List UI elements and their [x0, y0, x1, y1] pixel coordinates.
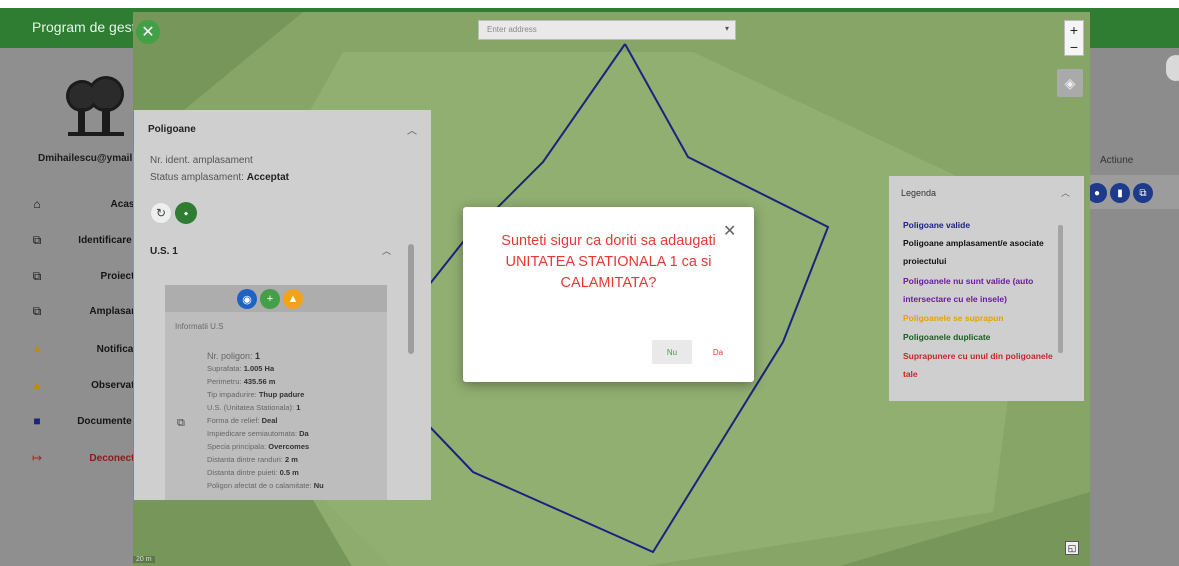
polygon-select-icon[interactable]: ⧉ — [177, 417, 185, 430]
legend-item: Poligoane amplasament/e asociate proiect… — [903, 238, 1044, 266]
detail-row: Nr. poligon: 1 — [207, 351, 261, 361]
legend-item: Suprapunere cu unul din poligoanele tale — [903, 351, 1053, 379]
scroll-thumb[interactable] — [408, 244, 414, 354]
zoom-out-button[interactable]: − — [1065, 38, 1083, 55]
view-eye-icon[interactable]: ◉ — [237, 289, 257, 309]
site-status-value: Acceptat — [246, 172, 289, 183]
detail-row: Tip impadurire: Thup padure — [207, 390, 305, 399]
map-scale: 20 m — [133, 556, 155, 563]
address-search-input[interactable]: Enter address ▾ — [478, 20, 736, 40]
edge-button[interactable] — [1166, 55, 1179, 81]
polygon-select-icon: ⧉ — [32, 268, 42, 283]
zoom-in-button[interactable]: + — [1065, 21, 1083, 38]
refresh-button[interactable]: ↻ — [150, 202, 172, 224]
app-title: Program de gest — [32, 19, 136, 35]
dropdown-caret-icon: ▾ — [724, 24, 729, 33]
confirm-message: Sunteti sigur ca doriti sa adaugati UNIT… — [501, 233, 716, 291]
warning-icon[interactable]: ▲ — [283, 289, 303, 309]
layers-icon[interactable]: ◈ — [1057, 69, 1083, 97]
zoom-control: + − — [1064, 20, 1084, 56]
polygons-panel-title: Poligoane — [148, 124, 196, 135]
sidebar-item-deconectare[interactable]: ↦ Deconecta — [30, 446, 140, 470]
unit-card: ◉ + ▲ Informatii U.S ⧉ Nr. poligon: 1 Su… — [165, 285, 387, 500]
sidebar-item-documente[interactable]: ■ Documente c — [30, 409, 140, 433]
site-id-label: Nr. ident. amplasament — [150, 155, 253, 166]
pin-icon: ⬩ — [183, 205, 189, 220]
legend-item: Poligoanele nu sunt valide (auto interse… — [903, 276, 1034, 304]
detail-row: Suprafata: 1.005 Ha — [207, 364, 275, 373]
polygon-select-icon: ⧉ — [32, 232, 42, 247]
sidebar-item-observatii[interactable]: ▲ Observatii — [30, 373, 140, 397]
home-icon: ⌂ — [33, 197, 41, 211]
no-button[interactable]: Nu — [652, 340, 692, 364]
chevron-up-icon[interactable]: ︿ — [1061, 186, 1070, 199]
detail-row: Impiedicare semiautomata: Da — [207, 429, 309, 438]
yes-button[interactable]: Da — [698, 340, 738, 364]
site-status-label: Status amplasament: — [150, 172, 244, 183]
sidebar-item-notificari[interactable]: ♦ Notificari — [30, 337, 140, 361]
sidebar-item-proiecte[interactable]: ⧉ Proiecte — [30, 264, 140, 288]
trees-logo-icon — [66, 76, 124, 136]
sidebar-item-label: Notificari — [96, 343, 140, 355]
sidebar-item-amplasamente[interactable]: ⧉ Amplasam — [30, 299, 140, 323]
locate-button[interactable]: ⬩ — [175, 202, 197, 224]
sidebar-item-label: Proiecte — [100, 270, 140, 282]
polygon-select-icon[interactable]: ⧉ — [1133, 183, 1153, 203]
chevron-up-icon[interactable]: ︿ — [382, 244, 391, 257]
close-map-button[interactable]: ✕ — [136, 20, 160, 44]
add-icon[interactable]: + — [260, 289, 280, 309]
detail-row: U.S. (Unitatea Stationala): 1 — [207, 403, 301, 412]
sidebar-item-acasa[interactable]: ⌂ Acasa — [30, 192, 140, 216]
app-root: Program de gest Dmihailescu@ymail ⌂ Acas… — [0, 0, 1179, 566]
close-icon[interactable]: ✕ — [723, 221, 736, 241]
view-icon[interactable]: ● — [1087, 183, 1107, 203]
fullscreen-icon[interactable]: ◱ — [1065, 541, 1079, 555]
user-email: Dmihailescu@ymail — [38, 153, 133, 164]
sidebar-item-label: Amplasam — [89, 305, 140, 317]
legend-item: Poligoanele se suprapun — [903, 313, 1004, 323]
sidebar-item-label: Deconecta — [89, 452, 140, 464]
unit-title[interactable]: U.S. 1 — [150, 246, 178, 257]
sidebar-item-identificare[interactable]: ⧉ Identificare a — [30, 228, 140, 252]
polygons-panel: Poligoane ︿ Nr. ident. amplasament Statu… — [134, 110, 431, 500]
site-status: Status amplasament: Acceptat — [150, 172, 289, 183]
chevron-up-icon[interactable]: ︿ — [407, 122, 417, 137]
detail-row: Forma de relief: Deal — [207, 416, 278, 425]
refresh-icon: ↻ — [155, 206, 167, 220]
legend-panel: Legenda ︿ Poligoane valide Poligoane amp… — [889, 176, 1084, 401]
sidebar-item-label: Acasa — [110, 198, 140, 210]
legend-item: Poligoane valide — [903, 220, 971, 230]
table-header-actiune: Actiune — [1100, 155, 1134, 166]
sidebar-item-label: Identificare a — [78, 234, 140, 246]
legend-scrollbar[interactable] — [1058, 221, 1063, 361]
detail-row: Specia principala: Overcomes — [207, 442, 310, 451]
sidebar-item-label: Documente c — [77, 415, 140, 427]
address-placeholder: Enter address — [487, 25, 537, 34]
document-icon[interactable]: ▮ — [1110, 183, 1130, 203]
confirm-dialog: ✕ Sunteti sigur ca doriti sa adaugati UN… — [463, 207, 754, 382]
detail-row: Perimetru: 435.56 m — [207, 377, 276, 386]
document-icon: ■ — [33, 414, 41, 428]
legend-item: Poligoanele duplicate — [903, 332, 991, 342]
legend-title: Legenda — [901, 188, 937, 198]
detail-row: Distanta dintre randuri: 2 m — [207, 455, 298, 464]
bell-icon: ♦ — [33, 342, 41, 356]
scroll-thumb[interactable] — [1058, 225, 1063, 353]
panel-scrollbar[interactable] — [407, 234, 415, 496]
logout-icon: ↦ — [31, 451, 43, 465]
detail-row: Distanta dintre puieti: 0.5 m — [207, 468, 299, 477]
unit-info-label: Informatii U.S — [175, 322, 224, 331]
sidebar-item-label: Observatii — [91, 379, 140, 391]
warning-icon: ▲ — [31, 378, 43, 392]
polygon-select-icon: ⧉ — [32, 303, 42, 318]
detail-row: Poligon afectat de o calamitate: Nu — [207, 481, 324, 490]
